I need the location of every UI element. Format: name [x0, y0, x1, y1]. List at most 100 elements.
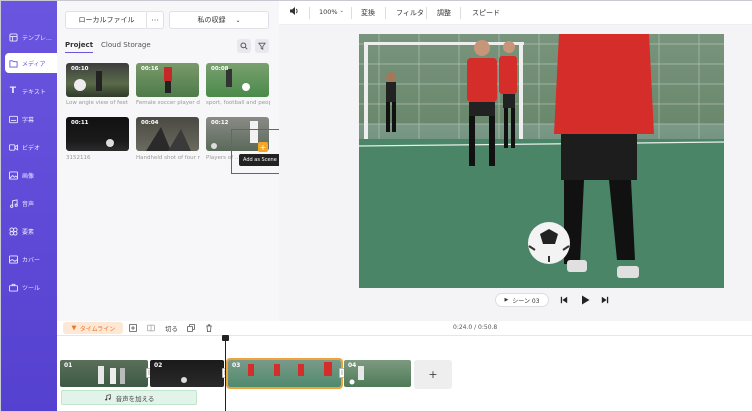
- nav-item-image[interactable]: 画像: [5, 165, 55, 185]
- tab-cloud-storage[interactable]: Cloud Storage: [101, 41, 151, 53]
- app-window: テンプレ… メディア T テキスト 字幕 ビデオ 画像 音声 要素 カバー ツー…: [0, 0, 752, 412]
- trash-icon: [206, 324, 212, 332]
- delete-button[interactable]: [205, 322, 213, 334]
- timeline-toolbar: [57, 321, 752, 335]
- zoom-value: 100%: [319, 8, 338, 16]
- cut-button[interactable]: 切る: [165, 322, 178, 334]
- nav-item-label: メディア: [22, 60, 46, 68]
- add-audio-label: 音声を加える: [115, 394, 155, 403]
- duration-label: 00:11: [71, 120, 89, 126]
- text-icon: T: [9, 86, 17, 96]
- music-note-icon: [104, 394, 111, 401]
- music-icon: [8, 198, 18, 208]
- nav-item-label: カバー: [22, 256, 41, 264]
- tab-project[interactable]: Project: [65, 41, 94, 53]
- nav-item-subtitle[interactable]: 字幕: [5, 109, 55, 129]
- media-tabs: Project Cloud Storage: [65, 41, 151, 53]
- timeline-button[interactable]: タイムライン: [63, 322, 123, 334]
- cover-icon: [8, 254, 18, 264]
- add-media-button[interactable]: [129, 322, 137, 334]
- nav-item-label: テンプレ…: [22, 34, 52, 42]
- clip-number: 04: [348, 362, 357, 369]
- timeline-ruler[interactable]: [57, 335, 752, 345]
- play-icon: [582, 295, 590, 305]
- timeline-clip[interactable]: 04: [344, 360, 411, 387]
- nav-item-media[interactable]: メディア: [5, 53, 57, 73]
- add-as-scene-highlight: [231, 129, 284, 174]
- media-thumbnail[interactable]: 00:11: [66, 117, 129, 151]
- nav-item-label: 要素: [22, 228, 35, 236]
- nav-item-tools[interactable]: ツール: [5, 277, 55, 297]
- toolbar-transform[interactable]: 変換: [361, 8, 375, 18]
- nav-item-label: テキスト: [22, 88, 46, 96]
- media-caption: Female soccer player dri…: [136, 100, 200, 106]
- nav-item-music[interactable]: 音声: [5, 193, 55, 213]
- image-icon: [8, 170, 18, 180]
- media-icon: [8, 58, 18, 68]
- playhead-handle[interactable]: [222, 335, 229, 341]
- nav-item-video[interactable]: ビデオ: [5, 137, 55, 157]
- nav-item-elements[interactable]: 要素: [5, 221, 55, 241]
- nav-item-text[interactable]: T テキスト: [5, 81, 55, 101]
- add-as-scene-button[interactable]: +: [258, 142, 268, 152]
- toolbar-adjust[interactable]: 調整: [437, 8, 451, 18]
- toolbar-speed[interactable]: スピード: [472, 8, 500, 18]
- nav-item-label: ビデオ: [22, 144, 41, 152]
- tools-icon: [8, 282, 18, 292]
- filter-icon: [258, 42, 266, 50]
- timeline-clip-selected[interactable]: 03: [226, 358, 343, 389]
- timeline-clip[interactable]: 01: [60, 360, 148, 387]
- zoom-dropdown[interactable]: 100% ⌄: [319, 8, 344, 16]
- previous-button[interactable]: [558, 293, 570, 307]
- duplicate-button[interactable]: [187, 322, 195, 334]
- nav-item-label: 画像: [22, 172, 35, 180]
- duration-label: 00:04: [141, 120, 159, 126]
- nav-item-label: 音声: [22, 200, 35, 208]
- add-audio-button[interactable]: 音声を加える: [61, 390, 197, 405]
- media-caption: 3152116: [66, 155, 91, 161]
- skip-forward-icon: [601, 296, 609, 304]
- toolbar-filter[interactable]: フィルタ: [396, 8, 424, 18]
- storage-dropdown-label: 私の収録: [197, 16, 226, 24]
- template-icon: [8, 32, 18, 42]
- add-box-icon: [129, 324, 137, 332]
- subtitle-icon: [8, 114, 18, 124]
- volume-button[interactable]: [289, 6, 299, 18]
- storage-dropdown[interactable]: 私の収録 ⌄: [169, 11, 269, 29]
- local-file-button[interactable]: ローカルファイル: [65, 11, 148, 29]
- chevron-down-icon: ⌄: [235, 16, 241, 24]
- nav-item-template[interactable]: テンプレ…: [5, 27, 55, 47]
- duration-label: 00:08: [211, 66, 229, 72]
- copy-icon: [187, 324, 195, 332]
- duration-label: 00:10: [71, 66, 89, 72]
- search-icon: [240, 42, 248, 50]
- filter-button[interactable]: [255, 39, 269, 53]
- next-button[interactable]: [599, 293, 611, 307]
- add-clip-button[interactable]: +: [414, 360, 452, 389]
- timeline-icon: [71, 325, 77, 331]
- timeline-clip[interactable]: 02: [150, 360, 224, 387]
- media-caption: sport, football and peopl…: [206, 100, 270, 106]
- scene-label: シーン 03: [512, 297, 540, 305]
- video-preview[interactable]: [359, 34, 724, 288]
- media-thumbnail[interactable]: 00:16: [136, 63, 199, 97]
- chevron-down-icon: ⌄: [339, 8, 344, 14]
- scene-selector[interactable]: ▶ シーン 03: [495, 293, 549, 307]
- search-button[interactable]: [237, 39, 251, 53]
- skip-back-icon: [560, 296, 568, 304]
- media-thumbnail[interactable]: 00:10: [66, 63, 129, 97]
- media-thumbnail[interactable]: 00:08: [206, 63, 269, 97]
- play-button[interactable]: [579, 293, 591, 307]
- duration-label: 00:16: [141, 66, 159, 72]
- left-nav: テンプレ… メディア T テキスト 字幕 ビデオ 画像 音声 要素 カバー ツー…: [1, 1, 57, 411]
- media-thumbnail[interactable]: 00:04: [136, 117, 199, 151]
- playhead[interactable]: [225, 337, 226, 411]
- timeline-time: 0:24.0 / 0:50.8: [453, 324, 498, 331]
- add-as-scene-tooltip: Add as Scene: [239, 154, 281, 166]
- clip-number: 03: [232, 362, 241, 369]
- split-button[interactable]: [147, 322, 155, 334]
- nav-item-cover[interactable]: カバー: [5, 249, 55, 269]
- duration-label: 00:12: [211, 120, 229, 126]
- elements-icon: [8, 226, 18, 236]
- more-button[interactable]: ···: [146, 11, 164, 29]
